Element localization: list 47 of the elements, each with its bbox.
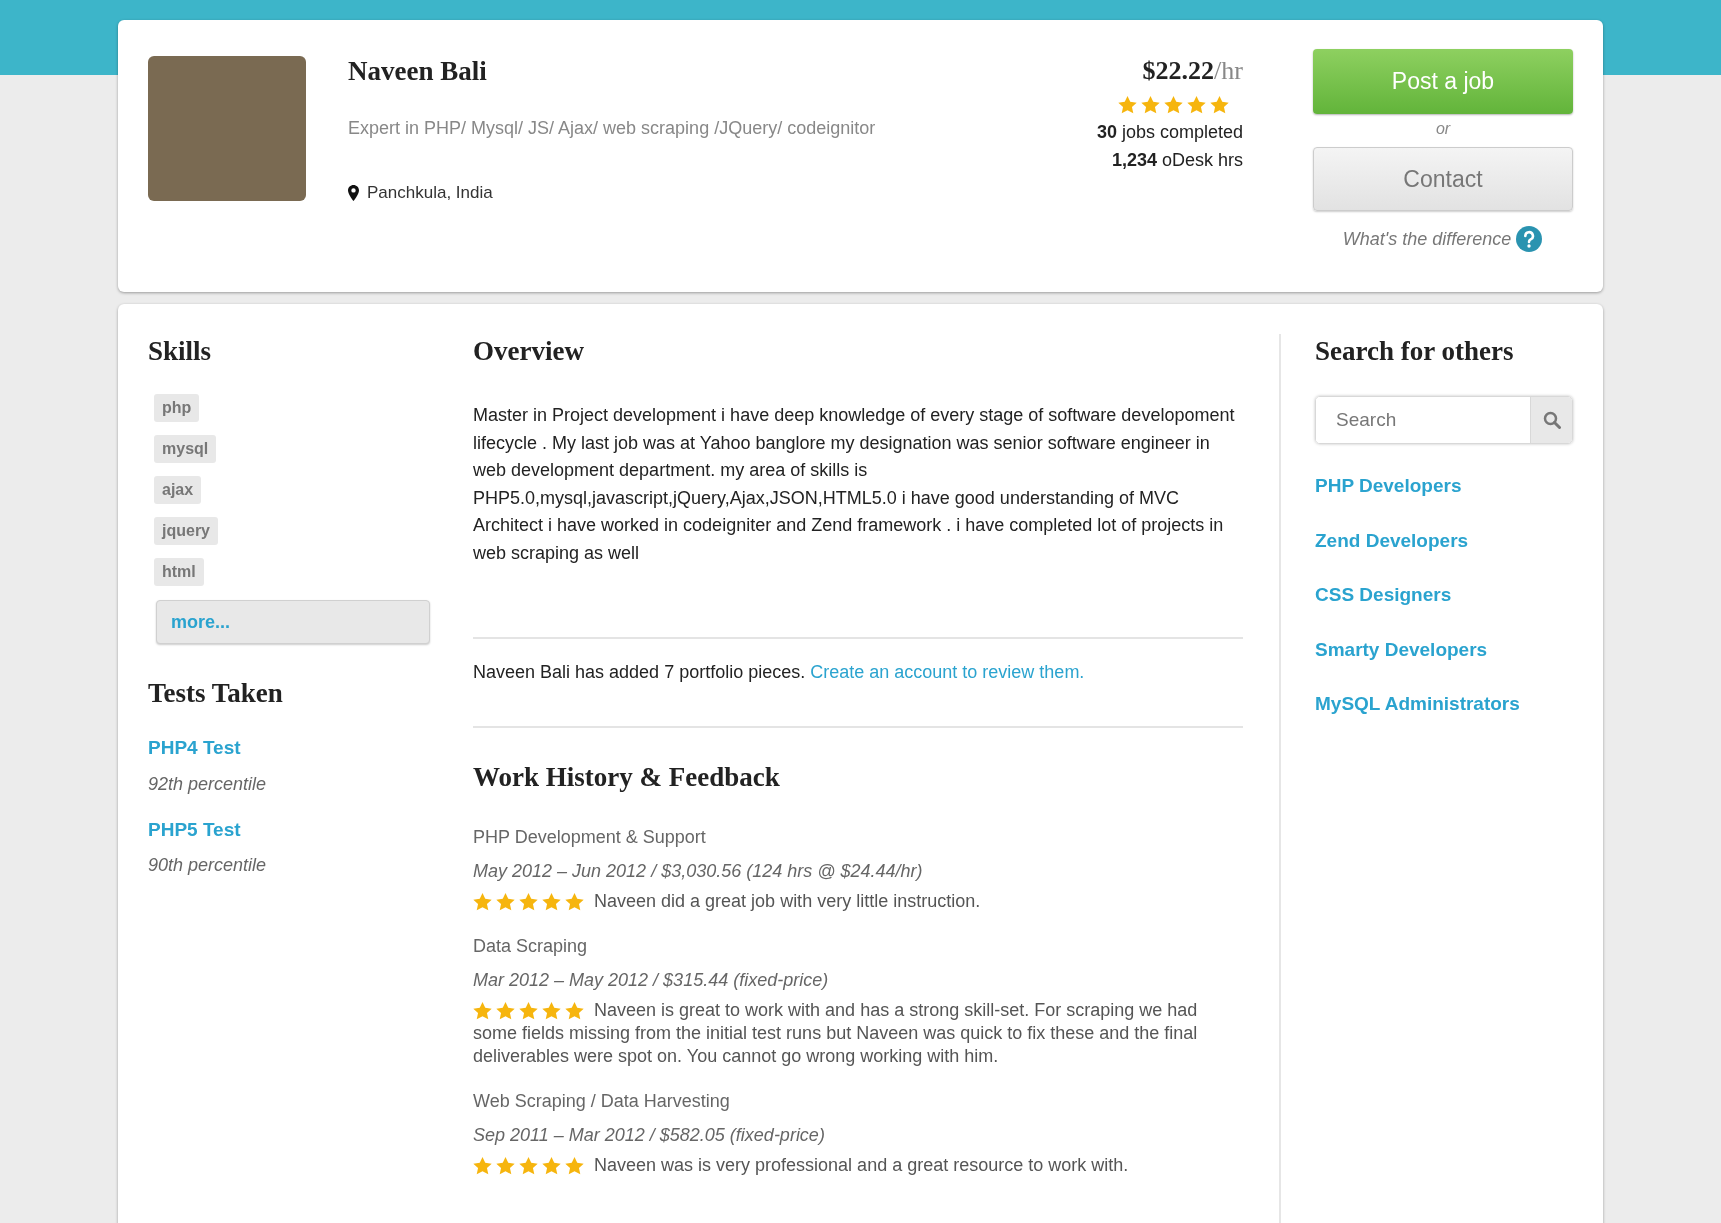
- or-separator: or: [1435, 119, 1451, 139]
- job-title: PHP Development & Support: [473, 826, 706, 849]
- location-text: Panchkula, India: [367, 182, 493, 204]
- feedback-text: Naveen did a great job with very little instruction.: [593, 890, 982, 913]
- category-link[interactable]: MySQL Administrators: [1315, 690, 1520, 719]
- search-icon[interactable]: [1542, 411, 1561, 429]
- location-pin-icon: [348, 184, 359, 201]
- create-account-link[interactable]: Create an account to review them.: [810, 662, 1085, 682]
- overview-heading: Overview: [473, 335, 584, 368]
- skill-tag[interactable]: php: [154, 394, 200, 422]
- category-link[interactable]: Zend Developers: [1315, 526, 1469, 555]
- odesk-hours: 1,234 oDesk hrs: [1111, 149, 1243, 172]
- profile-tagline: Expert in PHP/ Mysql/ JS/ Ajax/ web scraping /JQuery/ codeignitor: [348, 117, 876, 140]
- test-link[interactable]: PHP5 Test: [148, 815, 241, 844]
- profile-name: Naveen Bali: [348, 58, 487, 85]
- skill-tag[interactable]: html: [154, 558, 204, 586]
- category-link[interactable]: Smarty Developers: [1315, 635, 1488, 664]
- skills-heading: Skills: [148, 335, 212, 368]
- category-link[interactable]: PHP Developers: [1315, 472, 1462, 501]
- more-skills-button[interactable]: more...: [156, 600, 430, 644]
- search-field[interactable]: Search: [1315, 396, 1573, 444]
- overview-text: Master in Project development i have deep knowledge of every stage of software developoment lifecycle . My last job was at Yahoo banglore my designation was senior software engineer in web development department. my area of skills is PHP5.0,mysql,javascript,jQuery,Ajax,JSON,HTML5.0 i have good understanding of MVC Architect i have worked in codeigniter and Zend framework . i have completed lot of projects in web scraping as well: [473, 404, 1236, 565]
- skill-tag[interactable]: jquery: [154, 517, 218, 545]
- rate-unit: /hr: [1214, 58, 1243, 84]
- test-percentile: 92th percentile: [148, 772, 267, 796]
- difference-link[interactable]: What's the difference: [1342, 225, 1512, 253]
- jobs-completed: 30 jobs completed: [1096, 121, 1243, 144]
- job-details: May 2012 – Jun 2012 / $3,030.56 (124 hrs @ $24.44/hr): [473, 860, 923, 883]
- test-percentile: 90th percentile: [148, 854, 267, 877]
- tests-heading: Tests Taken: [148, 677, 283, 710]
- feedback-text: Naveen was is very professional and a great resource to work with.: [593, 1154, 1130, 1177]
- feedback-text: Naveen is great to work with and has a strong skill-set. For scraping we had some fields missing from the initial test runs but Naveen was quick to fix these and the final deliverables were spot on. You cannot go wrong working with him.: [473, 999, 1199, 1068]
- job-title: Web Scraping / Data Harvesting: [473, 1090, 730, 1113]
- search-others-heading: Search for others: [1315, 335, 1514, 368]
- post-job-button[interactable]: Post a job: [1313, 49, 1573, 114]
- hourly-rate: $22.22: [1142, 58, 1215, 84]
- job-details: Mar 2012 – May 2012 / $315.44 (fixed-price): [473, 969, 829, 992]
- skill-tag[interactable]: mysql: [154, 435, 217, 463]
- help-icon[interactable]: [1515, 225, 1544, 253]
- test-link[interactable]: PHP4 Test: [148, 734, 241, 763]
- job-title: Data Scraping: [473, 935, 588, 958]
- category-link[interactable]: CSS Designers: [1315, 581, 1452, 610]
- job-details: Sep 2011 – Mar 2012 / $582.05 (fixed-price): [473, 1124, 825, 1147]
- contact-button[interactable]: Contact: [1313, 147, 1573, 211]
- skill-tag[interactable]: ajax: [154, 476, 202, 504]
- portfolio-note: Naveen Bali has added 7 portfolio pieces. Create an account to review them.: [473, 661, 1086, 684]
- work-history-heading: Work History & Feedback: [473, 761, 780, 794]
